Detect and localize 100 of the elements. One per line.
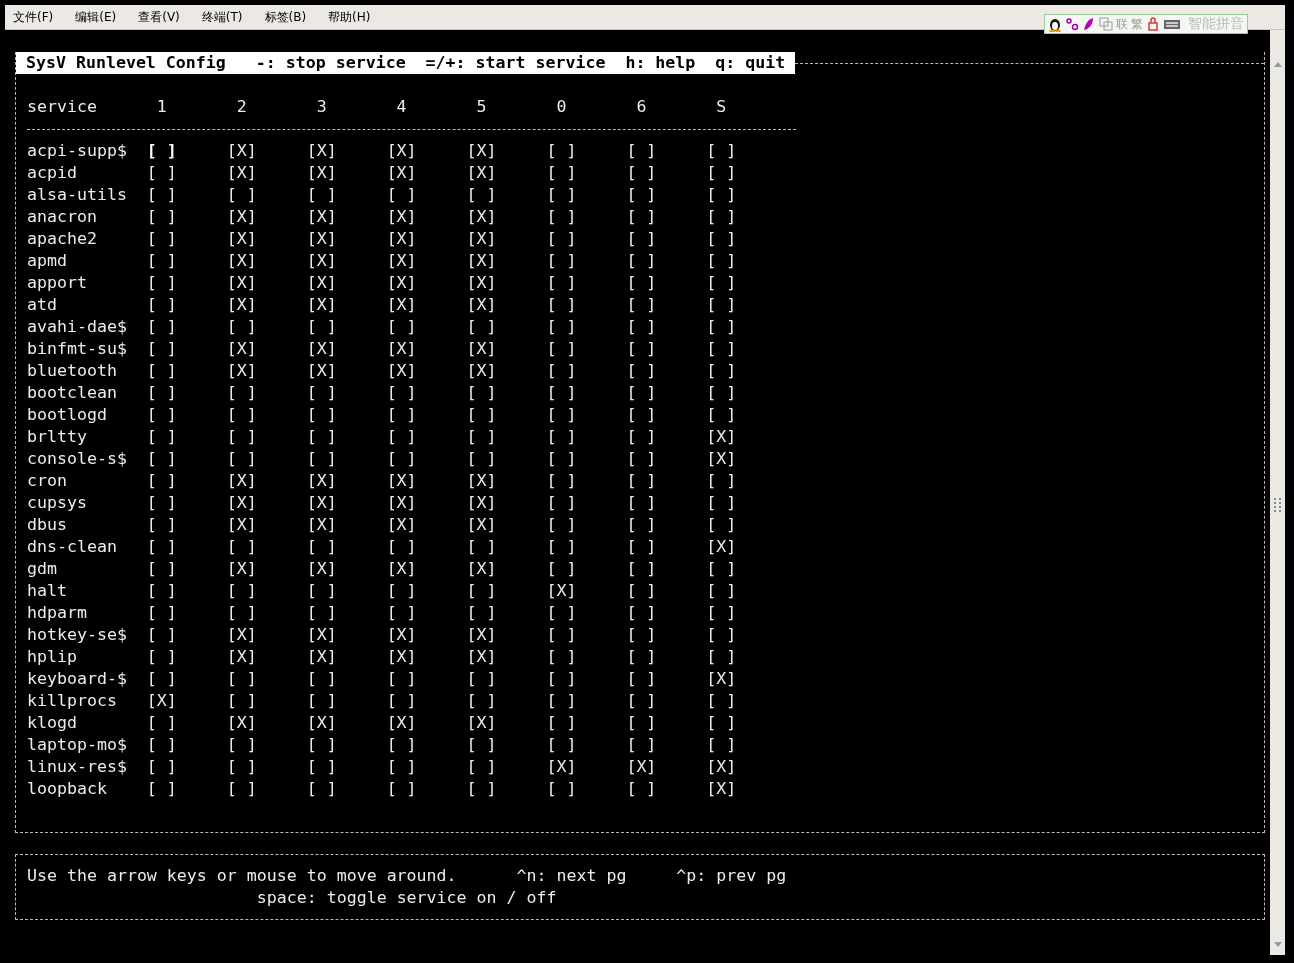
runlevel-toggle[interactable]: [ ] (626, 515, 657, 534)
runlevel-toggle[interactable]: [X] (226, 713, 257, 732)
runlevel-toggle[interactable]: [ ] (546, 229, 577, 248)
runlevel-toggle[interactable]: [ ] (386, 317, 417, 336)
runlevel-toggle[interactable]: [ ] (546, 559, 577, 578)
runlevel-toggle[interactable]: [ ] (706, 581, 737, 600)
runlevel-toggle[interactable]: [ ] (466, 757, 497, 776)
runlevel-toggle[interactable]: [X] (466, 625, 497, 644)
runlevel-toggle[interactable]: [X] (306, 647, 337, 666)
runlevel-toggle[interactable]: [X] (226, 339, 257, 358)
runlevel-toggle[interactable]: [ ] (146, 713, 177, 732)
runlevel-toggle[interactable]: [X] (386, 361, 417, 380)
runlevel-toggle[interactable]: [ ] (146, 515, 177, 534)
menu-item[interactable]: 帮助(H) (328, 8, 371, 26)
runlevel-toggle[interactable]: [ ] (626, 427, 657, 446)
runlevel-toggle[interactable]: [ ] (706, 339, 737, 358)
runlevel-toggle[interactable]: [X] (386, 471, 417, 490)
runlevel-toggle[interactable]: [ ] (306, 669, 337, 688)
runlevel-toggle[interactable]: [ ] (306, 405, 337, 424)
runlevel-toggle[interactable]: [ ] (626, 537, 657, 556)
runlevel-toggle[interactable]: [ ] (226, 757, 257, 776)
runlevel-toggle[interactable]: [X] (386, 207, 417, 226)
runlevel-toggle[interactable]: [ ] (146, 207, 177, 226)
scroll-down-icon[interactable] (1272, 941, 1283, 949)
runlevel-toggle[interactable]: [ ] (226, 449, 257, 468)
penguin-icon[interactable] (1048, 16, 1062, 32)
runlevel-toggle[interactable]: [ ] (386, 581, 417, 600)
runlevel-toggle[interactable]: [ ] (226, 669, 257, 688)
runlevel-toggle[interactable]: [ ] (626, 207, 657, 226)
runlevel-toggle[interactable]: [ ] (466, 383, 497, 402)
runlevel-toggle[interactable]: [ ] (386, 383, 417, 402)
runlevel-toggle[interactable]: [X] (306, 339, 337, 358)
runlevel-toggle[interactable]: [X] (226, 493, 257, 512)
runlevel-toggle[interactable]: [X] (386, 647, 417, 666)
runlevel-toggle[interactable]: [ ] (466, 691, 497, 710)
runlevel-toggle[interactable]: [ ] (306, 537, 337, 556)
runlevel-toggle[interactable]: [ ] (226, 405, 257, 424)
runlevel-toggle[interactable]: [ ] (546, 449, 577, 468)
menu-item[interactable]: 终端(T) (201, 8, 243, 26)
runlevel-toggle[interactable]: [ ] (146, 581, 177, 600)
runlevel-toggle[interactable]: [ ] (546, 339, 577, 358)
runlevel-toggle[interactable]: [X] (386, 229, 417, 248)
runlevel-toggle[interactable]: [X] (306, 141, 337, 160)
runlevel-toggle[interactable]: [ ] (386, 405, 417, 424)
runlevel-toggle[interactable]: [X] (466, 647, 497, 666)
runlevel-toggle[interactable]: [ ] (306, 317, 337, 336)
runlevel-toggle[interactable]: [X] (226, 163, 257, 182)
runlevel-toggle[interactable]: [ ] (546, 317, 577, 336)
runlevel-toggle[interactable]: [X] (226, 251, 257, 270)
runlevel-toggle[interactable]: [ ] (626, 625, 657, 644)
runlevel-toggle[interactable]: [ ] (546, 251, 577, 270)
runlevel-toggle[interactable]: [ ] (546, 405, 577, 424)
runlevel-toggle[interactable]: [X] (466, 493, 497, 512)
menu-item[interactable]: 编辑(E) (75, 8, 117, 26)
moon-icon[interactable] (1082, 16, 1096, 32)
runlevel-toggle[interactable]: [ ] (146, 735, 177, 754)
runlevel-toggle[interactable]: [ ] (306, 449, 337, 468)
runlevel-toggle[interactable]: [X] (306, 229, 337, 248)
runlevel-toggle[interactable]: [ ] (706, 141, 737, 160)
runlevel-toggle[interactable]: [ ] (226, 581, 257, 600)
runlevel-toggle[interactable]: [X] (466, 251, 497, 270)
menu-item[interactable]: 标签(B) (264, 8, 307, 26)
runlevel-toggle[interactable]: [X] (306, 625, 337, 644)
runlevel-toggle[interactable]: [X] (306, 295, 337, 314)
runlevel-toggle[interactable]: [X] (226, 295, 257, 314)
runlevel-toggle[interactable]: [X] (226, 361, 257, 380)
runlevel-toggle[interactable]: [X] (626, 757, 657, 776)
runlevel-toggle[interactable]: [ ] (146, 493, 177, 512)
runlevel-toggle[interactable]: [ ] (546, 361, 577, 380)
runlevel-toggle[interactable]: [ ] (706, 229, 737, 248)
runlevel-toggle[interactable]: [ ] (626, 581, 657, 600)
runlevel-toggle[interactable]: [X] (306, 493, 337, 512)
runlevel-toggle[interactable]: [ ] (386, 449, 417, 468)
runlevel-toggle[interactable]: [ ] (626, 405, 657, 424)
runlevel-toggle[interactable]: [ ] (626, 361, 657, 380)
runlevel-toggle[interactable]: [ ] (306, 185, 337, 204)
runlevel-toggle[interactable]: [ ] (626, 669, 657, 688)
runlevel-toggle[interactable]: [X] (386, 295, 417, 314)
runlevel-toggle[interactable]: [X] (386, 559, 417, 578)
runlevel-toggle[interactable]: [ ] (466, 669, 497, 688)
runlevel-toggle[interactable]: [ ] (386, 669, 417, 688)
runlevel-toggle[interactable]: [X] (706, 537, 737, 556)
runlevel-toggle[interactable]: [ ] (386, 779, 417, 798)
runlevel-toggle[interactable]: [ ] (146, 383, 177, 402)
runlevel-toggle[interactable]: [ ] (146, 449, 177, 468)
runlevel-toggle[interactable]: [X] (466, 273, 497, 292)
runlevel-toggle[interactable]: [X] (706, 779, 737, 798)
scrollbar[interactable] (1270, 30, 1285, 955)
runlevel-toggle[interactable]: [ ] (466, 317, 497, 336)
runlevel-toggle[interactable]: [ ] (706, 691, 737, 710)
runlevel-toggle[interactable]: [ ] (386, 185, 417, 204)
runlevel-toggle[interactable]: [ ] (146, 471, 177, 490)
runlevel-toggle[interactable]: [X] (226, 229, 257, 248)
runlevel-toggle[interactable]: [ ] (546, 713, 577, 732)
runlevel-toggle[interactable]: [X] (386, 625, 417, 644)
runlevel-toggle[interactable]: [ ] (146, 559, 177, 578)
runlevel-toggle[interactable]: [ ] (626, 471, 657, 490)
runlevel-toggle[interactable]: [ ] (626, 559, 657, 578)
runlevel-toggle[interactable]: [ ] (146, 273, 177, 292)
runlevel-toggle[interactable]: [ ] (146, 647, 177, 666)
